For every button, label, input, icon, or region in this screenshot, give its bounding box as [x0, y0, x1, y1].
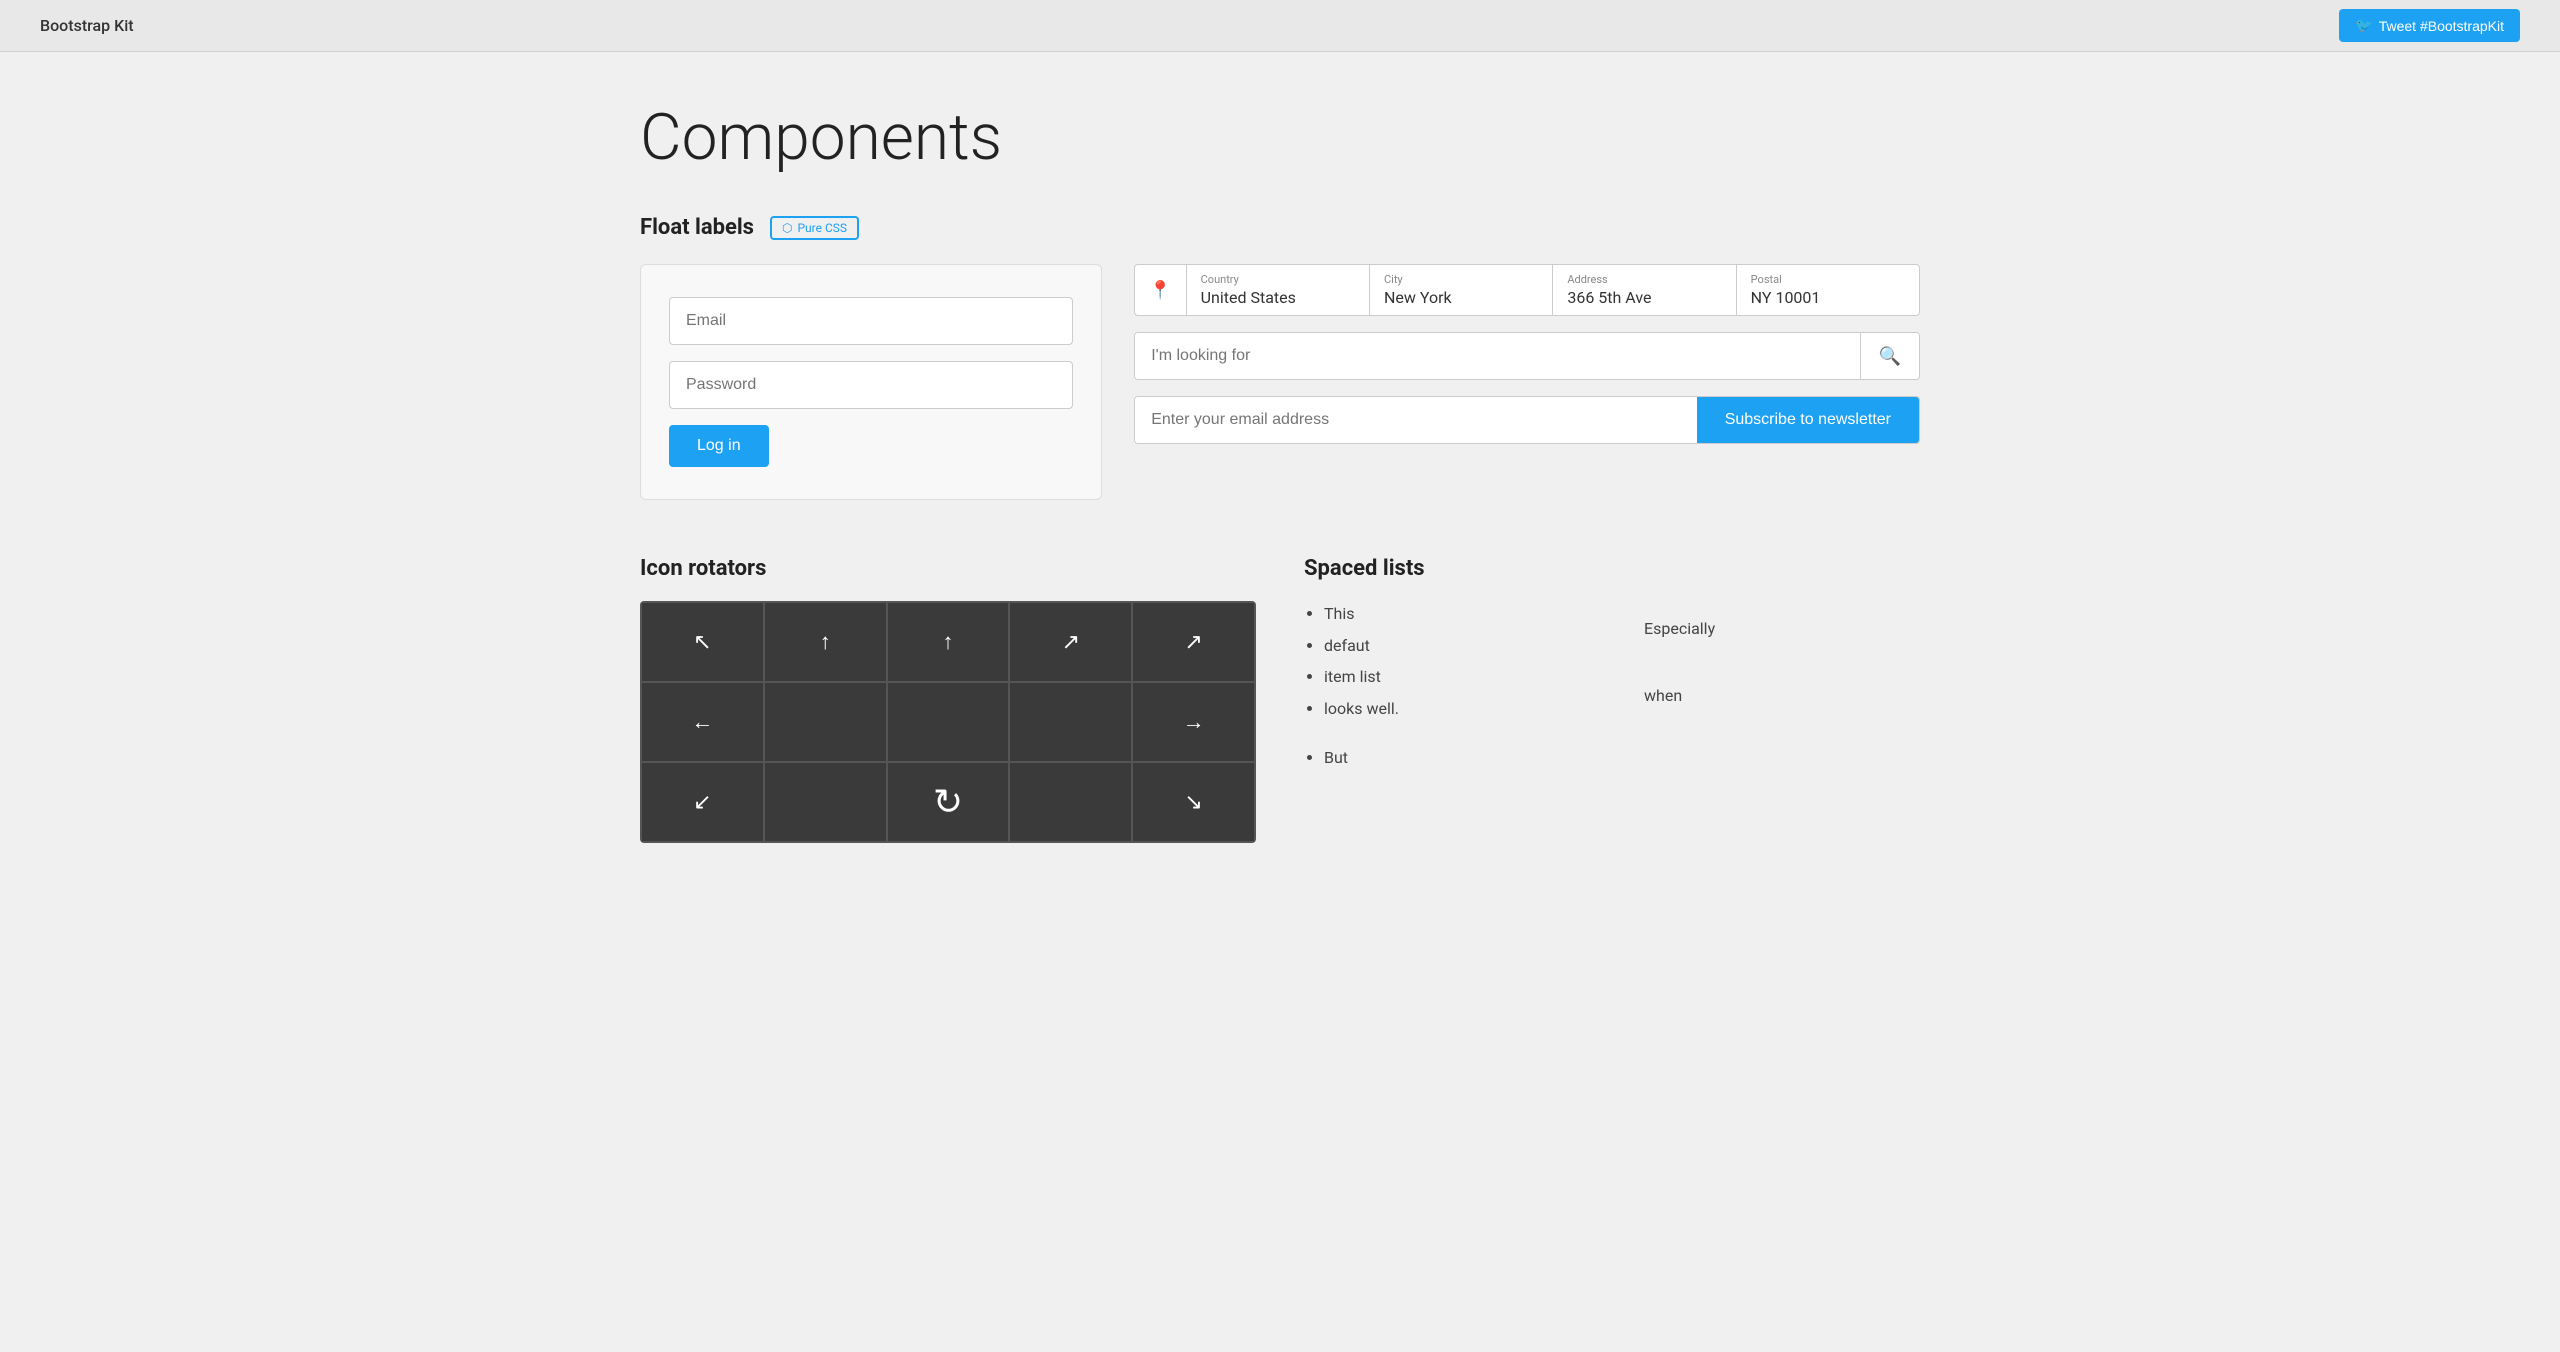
- country-label: Country: [1201, 273, 1355, 286]
- icon-cell-ne1[interactable]: ↗: [1009, 602, 1132, 682]
- float-labels-header: Float labels ⬡ Pure CSS: [640, 215, 1920, 240]
- icon-cell-mid3: [1009, 682, 1132, 762]
- tweet-button[interactable]: 🐦 Tweet #BootstrapKit: [2339, 9, 2520, 42]
- css-icon: ⬡: [782, 221, 792, 235]
- search-bar: 🔍: [1134, 332, 1920, 380]
- icon-cell-mid1: [764, 682, 887, 762]
- navbar-brand: Bootstrap Kit: [40, 16, 134, 35]
- newsletter-bar: Subscribe to newsletter: [1134, 396, 1920, 444]
- login-button[interactable]: Log in: [669, 425, 769, 467]
- spaced-lists-section: Spaced lists This defaut item list looks…: [1304, 556, 1920, 843]
- icon-cell-bot2: [1009, 762, 1132, 842]
- bottom-grid: Icon rotators ↖ ↑ ↑ ↗ ↗ ← → ↙ ↻ ↘ Space: [640, 556, 1920, 843]
- spaced-lists-title: Spaced lists: [1304, 556, 1920, 581]
- icon-cell-ne2[interactable]: ↗: [1132, 602, 1255, 682]
- country-value: United States: [1201, 288, 1355, 307]
- search-icon: 🔍: [1879, 346, 1901, 366]
- newsletter-email-input[interactable]: [1135, 397, 1696, 443]
- postal-label: Postal: [1751, 273, 1905, 286]
- list-item: defaut: [1324, 633, 1600, 659]
- list-card-when: when: [1624, 668, 1920, 723]
- icon-rotators-section: Icon rotators ↖ ↑ ↑ ↗ ↗ ← → ↙ ↻ ↘: [640, 556, 1256, 843]
- country-field[interactable]: Country United States: [1187, 265, 1370, 315]
- list-item: This: [1324, 601, 1600, 627]
- postal-value: NY 10001: [1751, 288, 1905, 307]
- float-labels-title: Float labels: [640, 215, 754, 240]
- twitter-icon: 🐦: [2355, 17, 2372, 34]
- pure-css-badge: ⬡ Pure CSS: [770, 216, 859, 240]
- password-field[interactable]: [669, 361, 1073, 409]
- city-field[interactable]: City New York: [1370, 265, 1553, 315]
- navbar: Bootstrap Kit 🐦 Tweet #BootstrapKit: [0, 0, 2560, 52]
- address-label: Address: [1567, 273, 1721, 286]
- list-spacer: [1324, 727, 1600, 739]
- icon-cell-e[interactable]: →: [1132, 682, 1255, 762]
- icon-cell-n2[interactable]: ↑: [887, 602, 1010, 682]
- icon-rotators-title: Icon rotators: [640, 556, 1256, 581]
- list-card-especially: Especially: [1624, 601, 1920, 656]
- icon-cell-n1[interactable]: ↑: [764, 602, 887, 682]
- list-item: But: [1324, 745, 1600, 771]
- search-input[interactable]: [1135, 333, 1859, 379]
- icon-cell-sw[interactable]: ↙: [641, 762, 764, 842]
- icon-cell-bot1: [764, 762, 887, 842]
- main-content: Components Float labels ⬡ Pure CSS Log i…: [580, 52, 1980, 891]
- location-pin-icon: 📍: [1135, 265, 1186, 315]
- page-title: Components: [640, 100, 1920, 175]
- icon-cell-mid2: [887, 682, 1010, 762]
- icon-cell-se[interactable]: ↘: [1132, 762, 1255, 842]
- spaced-list: This defaut item list looks well. But: [1304, 601, 1600, 777]
- email-field[interactable]: [669, 297, 1073, 345]
- address-field[interactable]: Address 366 5th Ave: [1553, 265, 1736, 315]
- float-labels-grid: Log in 📍 Country United States City New …: [640, 264, 1920, 500]
- list-cards: Especially when: [1624, 601, 1920, 777]
- postal-field[interactable]: Postal NY 10001: [1737, 265, 1919, 315]
- spaced-list-grid: This defaut item list looks well. But Es…: [1304, 601, 1920, 777]
- login-box: Log in: [640, 264, 1102, 500]
- list-item: looks well.: [1324, 696, 1600, 722]
- city-value: New York: [1384, 288, 1538, 307]
- float-right-column: 📍 Country United States City New York Ad…: [1134, 264, 1920, 500]
- search-button[interactable]: 🔍: [1860, 333, 1919, 379]
- address-bar: 📍 Country United States City New York Ad…: [1134, 264, 1920, 316]
- list-item: item list: [1324, 664, 1600, 690]
- icon-cell-w[interactable]: ←: [641, 682, 764, 762]
- city-label: City: [1384, 273, 1538, 286]
- icon-cell-refresh[interactable]: ↻: [887, 762, 1010, 842]
- subscribe-button[interactable]: Subscribe to newsletter: [1697, 397, 1919, 443]
- icon-grid: ↖ ↑ ↑ ↗ ↗ ← → ↙ ↻ ↘: [640, 601, 1256, 843]
- address-value: 366 5th Ave: [1567, 288, 1721, 307]
- icon-cell-nw[interactable]: ↖: [641, 602, 764, 682]
